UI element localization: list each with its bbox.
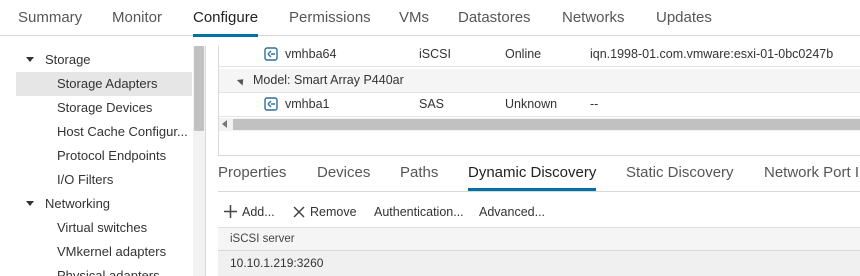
adapter-name: vmhba64 [285, 47, 337, 61]
adapter-type: SAS [419, 97, 445, 111]
adapter-type: iSCSI [419, 47, 451, 61]
table-horizontal-scrollbar[interactable] [219, 118, 860, 131]
detail-tab-bar: Properties Devices Paths Dynamic Discove… [218, 160, 860, 192]
plus-icon [224, 205, 237, 218]
remove-button[interactable]: Remove [292, 200, 357, 224]
nav-item-protocol-endpoints[interactable]: Protocol Endpoints [16, 144, 192, 168]
tab-network-port-binding[interactable]: Network Port I [764, 160, 859, 191]
nav-item-physical-adapters[interactable]: Physical adapters [16, 264, 192, 276]
nav-storage-label: Storage [45, 52, 91, 67]
tab-monitor[interactable]: Monitor [112, 0, 162, 36]
tab-paths[interactable]: Paths [400, 160, 438, 191]
top-tab-bar: Summary Monitor Configure Permissions VM… [0, 0, 860, 37]
chevron-down-icon [26, 57, 34, 62]
nav-item-vmkernel-adapters[interactable]: VMkernel adapters [16, 240, 192, 264]
iscsi-server-column-header[interactable]: iSCSI server [218, 227, 860, 251]
nav-item-virtual-switches[interactable]: Virtual switches [16, 216, 192, 240]
configure-nav: Storage Storage Adapters Storage Devices… [0, 46, 206, 276]
adapter-name: vmhba1 [285, 97, 330, 111]
adapter-identifier: iqn.1998-01.com.vmware:esxi-01-0bc0247b [590, 47, 834, 61]
nav-networking-group[interactable]: Networking [14, 192, 192, 216]
table-group-row[interactable]: Model: Smart Array P440ar [219, 69, 860, 93]
scrollbar-thumb[interactable] [233, 119, 860, 130]
nav-storage-group[interactable]: Storage [14, 48, 192, 72]
discovery-toolbar: Add... Remove Authentication... Advanced… [218, 200, 860, 224]
nav-scrollbar-thumb[interactable] [194, 46, 204, 131]
tab-permissions[interactable]: Permissions [289, 0, 371, 36]
group-label: Model: Smart Array P440ar [253, 73, 404, 87]
adapter-identifier: -- [590, 97, 599, 111]
tab-dynamic-discovery[interactable]: Dynamic Discovery [468, 160, 597, 191]
scroll-left-icon[interactable] [222, 120, 227, 128]
storage-adapter-icon [264, 47, 278, 61]
tab-static-discovery[interactable]: Static Discovery [626, 160, 734, 191]
adapter-status: Online [505, 47, 542, 61]
tab-vms[interactable]: VMs [399, 0, 429, 36]
nav-networking-label: Networking [45, 196, 111, 211]
table-row[interactable]: 10.10.1.219:3260 [218, 251, 860, 276]
authentication-button[interactable]: Authentication... [374, 200, 464, 224]
nav-item-host-cache[interactable]: Host Cache Configur... [16, 120, 192, 144]
expand-caret-icon [236, 76, 247, 86]
table-row[interactable]: vmhba64 iSCSI Online iqn.1998-01.com.vmw… [219, 46, 860, 67]
tab-configure[interactable]: Configure [193, 0, 259, 37]
tab-updates[interactable]: Updates [656, 0, 712, 36]
add-button-label: Add... [242, 205, 275, 219]
nav-item-storage-devices[interactable]: Storage Devices [16, 96, 192, 120]
tab-devices[interactable]: Devices [317, 160, 370, 191]
add-button[interactable]: Add... [223, 200, 275, 224]
x-icon [293, 206, 305, 218]
nav-item-io-filters[interactable]: I/O Filters [16, 168, 192, 192]
adapter-status: Unknown [505, 97, 558, 111]
remove-button-label: Remove [310, 205, 357, 219]
nav-scrollbar[interactable] [193, 46, 205, 276]
table-row[interactable]: vmhba1 SAS Unknown -- [219, 93, 860, 117]
nav-item-storage-adapters[interactable]: Storage Adapters [16, 72, 192, 96]
tab-networks[interactable]: Networks [562, 0, 625, 36]
tab-summary[interactable]: Summary [18, 0, 82, 36]
advanced-button[interactable]: Advanced... [479, 200, 545, 224]
storage-adapter-icon [264, 97, 278, 111]
storage-adapters-table: vmhba64 iSCSI Online iqn.1998-01.com.vmw… [218, 46, 860, 156]
chevron-down-icon [26, 201, 34, 206]
tab-properties[interactable]: Properties [218, 160, 286, 191]
tab-datastores[interactable]: Datastores [458, 0, 531, 36]
